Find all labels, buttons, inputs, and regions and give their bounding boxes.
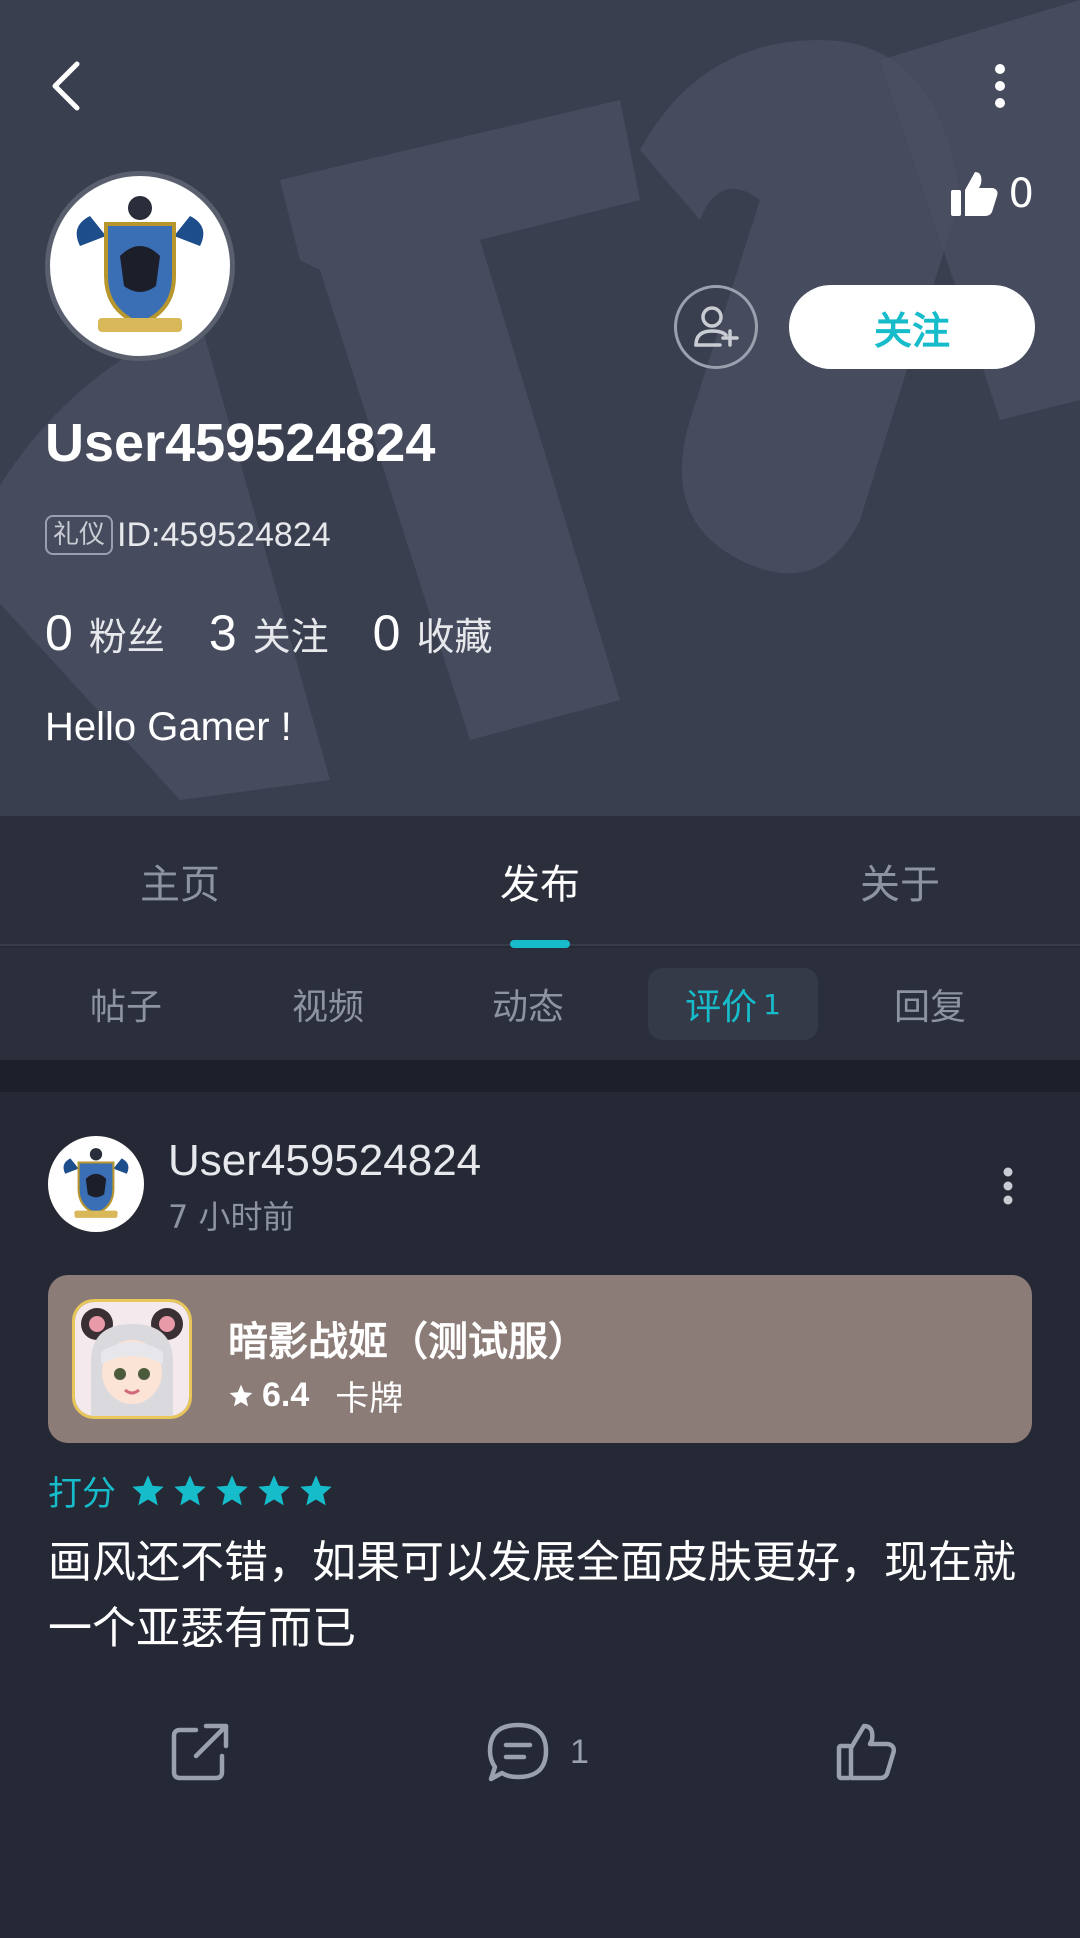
stat-number: 3	[208, 605, 237, 661]
profile-bio: Hello Gamer !	[45, 705, 292, 749]
star-icon	[174, 1474, 206, 1505]
star-icon	[258, 1474, 290, 1505]
follow-button[interactable]: 关注	[789, 285, 1035, 369]
subtab-label: 帖子	[89, 987, 162, 1028]
star-icon	[132, 1474, 164, 1505]
more-options-button[interactable]	[970, 50, 1030, 122]
like-button[interactable]	[836, 1702, 898, 1802]
etiquette-badge: 礼仪	[45, 515, 114, 555]
subtab-label: 视频	[291, 987, 364, 1028]
add-user-icon	[694, 306, 739, 347]
game-genre: 卡牌	[335, 1379, 404, 1419]
score-row: 打分	[48, 1466, 334, 1515]
chevron-left-icon	[52, 61, 80, 111]
profile-username: User459524824	[45, 413, 436, 473]
profile-stats: 0 粉丝 3 关注 0 收藏	[45, 604, 536, 662]
thumbs-up-icon	[950, 172, 998, 216]
subtab-count: 1	[763, 987, 781, 1021]
star-icon	[300, 1474, 332, 1505]
share-button[interactable]	[170, 1702, 230, 1802]
star-icon	[229, 1384, 253, 1406]
stat-label: 关注	[252, 615, 329, 659]
game-card[interactable]: 暗影战姬（测试服） 6.4 卡牌	[48, 1275, 1032, 1443]
game-rating: 6.4	[262, 1376, 310, 1414]
review-text: 画风还不错，如果可以发展全面皮肤更好，现在就一个亚瑟有而已	[48, 1537, 1016, 1654]
game-meta: 6.4 卡牌	[228, 1371, 403, 1420]
star-icon	[216, 1474, 248, 1505]
comment-button[interactable]: 1	[486, 1702, 589, 1802]
more-vertical-icon	[1003, 1167, 1013, 1205]
user-id: ID:459524824	[117, 515, 331, 554]
tab-home[interactable]: 主页	[80, 816, 280, 946]
subtab-label: 回复	[893, 987, 966, 1028]
section-divider	[0, 1060, 1080, 1092]
post-more-button[interactable]	[990, 1158, 1026, 1214]
stat-label: 粉丝	[88, 615, 165, 659]
stat-following[interactable]: 3 关注	[209, 604, 329, 662]
comment-icon	[487, 1722, 549, 1782]
post-actions: 1	[0, 1702, 1080, 1802]
game-icon	[72, 1299, 192, 1419]
subtab-label: 评价	[685, 987, 758, 1028]
tab-about[interactable]: 关于	[800, 816, 1000, 946]
subtab-label: 动态	[491, 987, 564, 1028]
profile-likes[interactable]: 0	[949, 170, 1034, 218]
comment-count: 1	[570, 1732, 589, 1771]
watermark-logo	[0, 0, 1080, 800]
active-tab-indicator	[510, 940, 570, 948]
game-character-icon	[75, 1302, 189, 1416]
score-label: 打分	[48, 1474, 116, 1514]
profile-avatar[interactable]	[45, 171, 235, 361]
subtab-moments[interactable]: 动态	[458, 968, 598, 1040]
subtab-videos[interactable]: 视频	[258, 968, 398, 1040]
main-tabs: 主页 发布 关于	[0, 816, 1080, 946]
post-avatar[interactable]	[48, 1136, 144, 1232]
stat-number: 0	[45, 605, 73, 661]
likes-count: 0	[1008, 171, 1034, 217]
stat-label: 收藏	[416, 615, 493, 659]
id-row: 礼仪 ID:459524824	[45, 515, 331, 555]
ravenclaw-crest-icon	[63, 1148, 129, 1218]
stat-fans[interactable]: 0 粉丝	[45, 604, 165, 662]
post-time: 7 小时前	[168, 1198, 295, 1236]
post-author[interactable]: User459524824	[168, 1136, 481, 1186]
back-button[interactable]	[36, 50, 96, 122]
add-friend-button[interactable]	[674, 285, 758, 369]
stat-favorites[interactable]: 0 收藏	[373, 604, 493, 662]
rating-stars	[130, 1473, 334, 1509]
subtab-reviews[interactable]: 评价 1	[648, 968, 818, 1040]
profile-header: 0 关注 User459524824 礼仪 ID:459524824 0 粉丝	[0, 0, 1080, 816]
stat-number: 0	[372, 605, 401, 661]
tab-publish[interactable]: 发布	[440, 816, 640, 946]
subtab-posts[interactable]: 帖子	[56, 968, 196, 1040]
game-title: 暗影战姬（测试服）	[228, 1319, 588, 1365]
subtab-replies[interactable]: 回复	[860, 968, 1000, 1040]
share-icon	[171, 1723, 229, 1781]
review-post: User459524824 7 小时前 暗影战姬（测试服） 6.4 卡牌 打分 …	[0, 1092, 1080, 1938]
more-vertical-icon	[995, 64, 1005, 108]
thumbs-up-icon	[836, 1723, 897, 1781]
sub-tabs: 帖子 视频 动态 评价 1 回复	[0, 948, 1080, 1060]
ravenclaw-crest-icon	[76, 196, 204, 332]
